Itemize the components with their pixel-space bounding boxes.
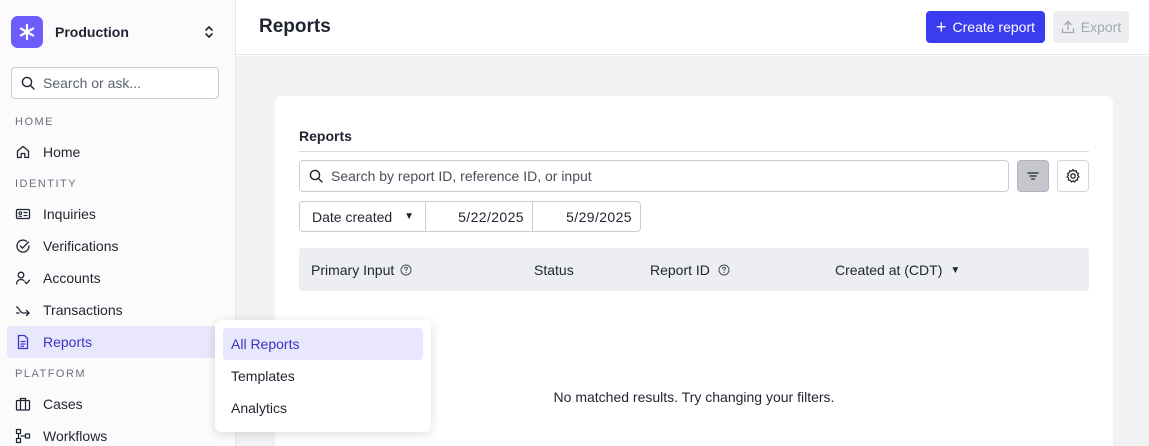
house-icon (15, 144, 31, 160)
date-field-select[interactable]: Date created ▼ (300, 202, 426, 231)
reports-card-title: Reports (299, 128, 352, 144)
sidebar-item-label: Reports (43, 334, 93, 350)
column-label: Status (534, 262, 574, 278)
search-icon (309, 169, 323, 183)
plus-icon: + (936, 17, 947, 37)
sidebar-item-label: Accounts (43, 270, 101, 286)
sidebar-item-verifications[interactable]: Verifications (7, 230, 229, 262)
date-filter: Date created ▼ 5/22/2025 5/29/2025 (299, 201, 641, 232)
create-report-button[interactable]: + Create report (926, 11, 1045, 43)
column-label: Primary Input (311, 262, 395, 278)
table-header: Primary Input Status Report ID Created a… (299, 248, 1089, 291)
reports-search[interactable] (299, 160, 1009, 192)
sidebar-search[interactable] (11, 67, 219, 99)
divider (299, 151, 1089, 152)
sidebar: Production HOME Home IDENTITY Inquiries … (0, 0, 236, 446)
create-report-label: Create report (952, 19, 1035, 35)
sidebar-item-reports[interactable]: Reports (7, 326, 229, 358)
upload-icon (1061, 20, 1075, 34)
sidebar-item-home[interactable]: Home (7, 136, 229, 168)
sidebar-item-label: Workflows (43, 428, 108, 444)
sidebar-item-transactions[interactable]: Transactions (7, 294, 229, 326)
sidebar-item-label: Home (43, 144, 81, 160)
column-header-created-at[interactable]: Created at (CDT) ▼ (835, 262, 960, 278)
asterisk-icon (11, 16, 43, 48)
reports-submenu: All Reports Templates Analytics (215, 320, 431, 432)
section-label-platform: PLATFORM (15, 368, 87, 380)
submenu-item-templates[interactable]: Templates (223, 360, 423, 392)
section-label-identity: IDENTITY (15, 178, 78, 190)
briefcase-icon (15, 396, 31, 412)
transfer-arrow-icon (15, 302, 31, 318)
sidebar-item-workflows[interactable]: Workflows (7, 420, 229, 446)
filter-icon (1027, 172, 1039, 180)
workflow-icon (15, 428, 31, 444)
page-title: Reports (259, 16, 331, 37)
caret-down-icon: ▼ (404, 211, 415, 222)
submenu-item-all-reports[interactable]: All Reports (223, 328, 423, 360)
sidebar-item-label: Verifications (43, 238, 119, 254)
help-circle-icon[interactable] (400, 264, 412, 276)
settings-button[interactable] (1057, 160, 1089, 192)
column-label: Created at (CDT) (835, 262, 943, 278)
workspace-switcher[interactable]: Production (11, 16, 221, 48)
workspace-name: Production (55, 24, 129, 40)
sidebar-item-label: Inquiries (43, 206, 96, 222)
sidebar-item-cases[interactable]: Cases (7, 388, 229, 420)
date-to-input[interactable]: 5/29/2025 (533, 202, 640, 231)
column-header-status[interactable]: Status (534, 262, 574, 278)
date-field-label: Date created (312, 208, 393, 225)
submenu-item-analytics[interactable]: Analytics (223, 392, 423, 424)
chevron-up-down-icon (205, 26, 213, 38)
sidebar-item-inquiries[interactable]: Inquiries (7, 198, 229, 230)
top-bar: Reports + Create report Export (236, 0, 1149, 55)
section-label-home: HOME (15, 116, 54, 128)
help-circle-icon[interactable] (718, 264, 730, 276)
search-icon (21, 76, 35, 90)
document-icon (15, 334, 31, 350)
export-label: Export (1080, 19, 1122, 35)
sidebar-search-input[interactable] (43, 75, 203, 91)
column-label: Report ID (650, 262, 710, 278)
sidebar-item-accounts[interactable]: Accounts (7, 262, 229, 294)
filter-button[interactable] (1017, 160, 1049, 192)
date-from-input[interactable]: 5/22/2025 (426, 202, 533, 231)
user-check-icon (15, 270, 31, 286)
reports-search-input[interactable] (331, 168, 981, 184)
sort-down-icon[interactable]: ▼ (950, 265, 960, 276)
check-circle-icon (15, 238, 31, 254)
export-button[interactable]: Export (1053, 11, 1129, 43)
column-header-primary-input[interactable]: Primary Input (311, 262, 412, 278)
column-header-report-id[interactable]: Report ID (650, 262, 730, 278)
sidebar-item-label: Cases (43, 396, 83, 412)
sidebar-item-label: Transactions (43, 302, 123, 318)
gear-icon (1066, 168, 1080, 183)
id-card-icon (15, 206, 31, 222)
